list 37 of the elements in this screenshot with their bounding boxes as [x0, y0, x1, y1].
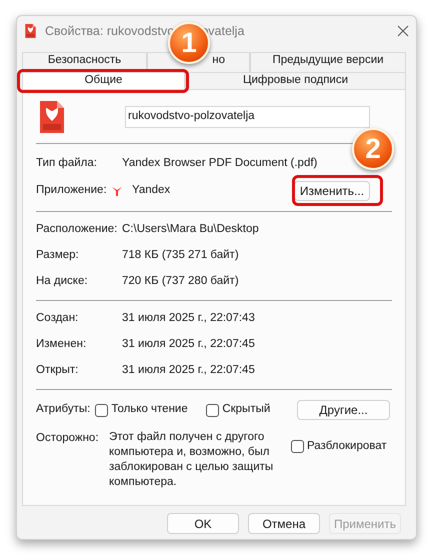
tab[interactable]: Цифровые подписи: [185, 72, 406, 89]
field-label: Осторожно:: [36, 431, 100, 446]
field-value: 31 июля 2025 г., 22:07:45: [122, 363, 255, 378]
field-value: 31 июля 2025 г., 22:07:45: [122, 337, 255, 352]
field-label: Приложение:: [36, 183, 108, 198]
pdf-file-icon: [25, 24, 36, 38]
field-label: Размер:: [36, 248, 80, 264]
field-value: Yandex Browser PDF Document (.pdf): [122, 156, 318, 172]
checkbox-label: Скрытый: [222, 402, 270, 418]
tab[interactable]: Общие: [22, 72, 185, 89]
field-label: Открыт:: [36, 363, 80, 378]
field-label: Расположение:: [36, 222, 118, 238]
checkbox[interactable]: [95, 404, 108, 416]
checkbox[interactable]: [291, 440, 304, 454]
field-label: Создан:: [36, 311, 80, 326]
field-value: 31 июля 2025 г., 22:07:43: [122, 311, 255, 326]
tab[interactable]: Предыдущие версии: [250, 52, 406, 72]
file-name-field[interactable]: rukovodstvo-polzovatelja: [125, 106, 370, 128]
field-label: Тип файла:: [36, 156, 98, 172]
checkbox-label: Разблокироват: [307, 439, 387, 454]
field-value: 718 КБ (735 271 байт): [122, 248, 239, 264]
field-value: C:\Users\Mara Bu\Desktop: [122, 222, 259, 238]
field-value: 720 КБ (737 280 байт): [122, 274, 239, 290]
app-name: Yandex: [132, 183, 170, 198]
field-label: На диске:: [36, 274, 89, 290]
other-attributes-button[interactable]: Другие...: [297, 400, 390, 420]
pdf-file-icon: [40, 100, 64, 132]
dialog-button[interactable]: Отмена: [248, 513, 320, 534]
dialog-button[interactable]: OK: [167, 513, 239, 534]
yandex-app-icon: [112, 186, 122, 196]
change-button[interactable]: Изменить...: [294, 181, 370, 201]
warning-text: Этот файл получен с другого компьютера и, возможно, был заблокирован с целью защиты компьютера.: [109, 430, 274, 490]
checkbox[interactable]: [206, 404, 220, 416]
checkbox-label: Только чтение: [111, 402, 188, 418]
field-label: Атрибуты:: [36, 402, 90, 418]
close-icon[interactable]: [396, 24, 410, 38]
field-label: Изменен:: [36, 337, 88, 352]
